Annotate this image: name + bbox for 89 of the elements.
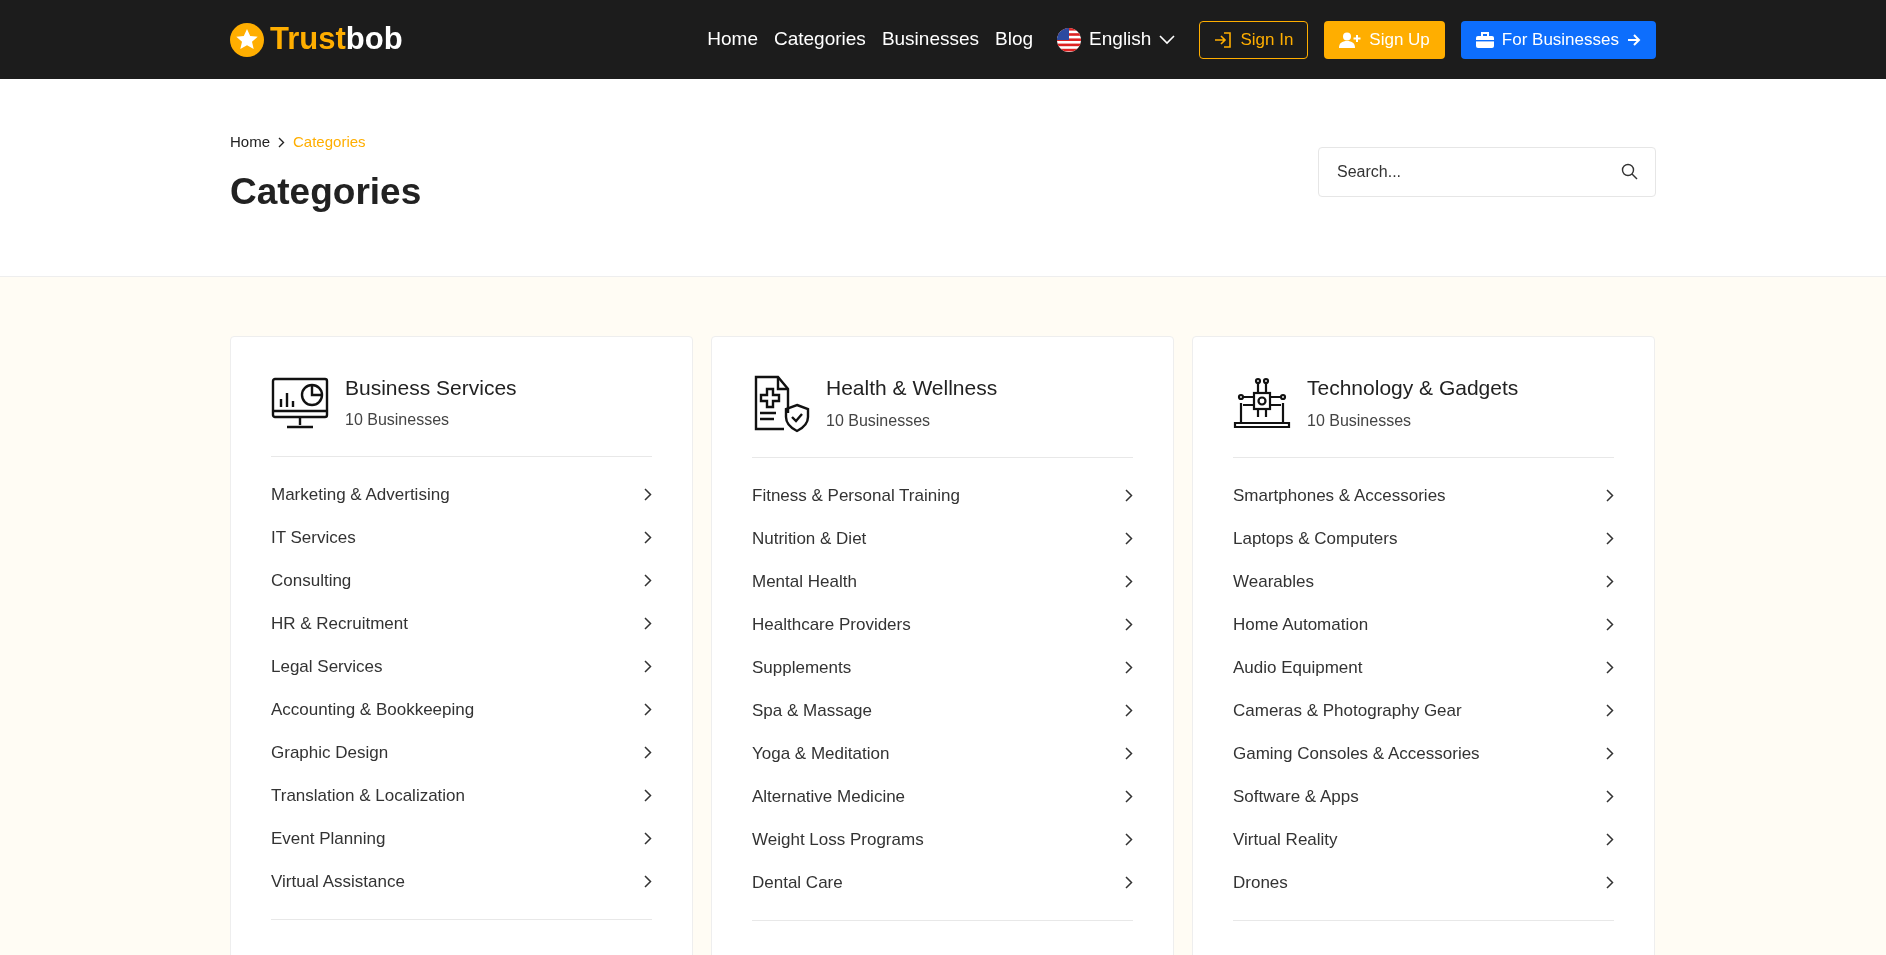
- nav-link[interactable]: Categories: [774, 25, 866, 54]
- category-link[interactable]: Alternative Medicine: [752, 775, 1133, 818]
- nav-link[interactable]: Home: [707, 25, 758, 54]
- category-title: Health & Wellness: [826, 375, 998, 401]
- chevron-right-icon: [644, 832, 652, 846]
- category-link[interactable]: Virtual Assistance: [271, 860, 652, 904]
- chevron-right-icon: [1125, 876, 1133, 889]
- medical-document-shield-icon: [752, 375, 810, 433]
- category-link[interactable]: Mental Health: [752, 560, 1133, 603]
- category-title: Technology & Gadgets: [1307, 375, 1519, 401]
- category-link[interactable]: Smartphones & Accessories: [1233, 474, 1614, 517]
- category-link[interactable]: Legal Services: [271, 645, 652, 689]
- category-link[interactable]: Spa & Massage: [752, 689, 1133, 732]
- chevron-right-icon: [1606, 661, 1614, 674]
- category-link[interactable]: Healthcare Providers: [752, 603, 1133, 646]
- user-plus-icon: [1339, 31, 1362, 48]
- chevron-right-icon: [1606, 833, 1614, 846]
- chevron-right-icon: [1125, 661, 1133, 674]
- chevron-right-icon: [1606, 876, 1614, 889]
- category-link[interactable]: HR & Recruitment: [271, 602, 652, 646]
- business-count: 10 Businesses: [345, 410, 451, 431]
- category-link[interactable]: Laptops & Computers: [1233, 517, 1614, 560]
- chevron-right-icon: [1606, 747, 1614, 760]
- search-icon: [1621, 163, 1638, 180]
- category-title: Business Services: [345, 375, 517, 401]
- chevron-right-icon: [1125, 833, 1133, 846]
- business-count: 10 Businesses: [826, 410, 932, 431]
- chevron-right-icon: [278, 136, 285, 148]
- category-link[interactable]: Software & Apps: [1233, 775, 1614, 818]
- chevron-right-icon: [644, 746, 652, 760]
- chevron-right-icon: [1125, 618, 1133, 631]
- category-link[interactable]: Supplements: [752, 646, 1133, 689]
- arrow-right-icon: [1627, 32, 1641, 47]
- chevron-right-icon: [644, 660, 652, 674]
- chevron-right-icon: [1125, 489, 1133, 502]
- category-link[interactable]: Nutrition & Diet: [752, 517, 1133, 560]
- chevron-right-icon: [1606, 790, 1614, 803]
- monitor-chart-icon: [271, 376, 329, 431]
- flag-icon: [1057, 27, 1082, 52]
- chevron-right-icon: [644, 531, 652, 545]
- chevron-right-icon: [1125, 532, 1133, 545]
- business-count: 10 Businesses: [1307, 410, 1413, 431]
- category-link[interactable]: Translation & Localization: [271, 774, 652, 818]
- category-link[interactable]: IT Services: [271, 516, 652, 560]
- category-link[interactable]: Weight Loss Programs: [752, 818, 1133, 861]
- briefcase-icon: [1475, 31, 1494, 48]
- chevron-right-icon: [644, 617, 652, 631]
- chevron-right-icon: [1606, 704, 1614, 717]
- sign-in-icon: [1214, 31, 1233, 48]
- category-link[interactable]: Virtual Reality: [1233, 818, 1614, 861]
- breadcrumb-link[interactable]: Home: [230, 131, 270, 154]
- category-link[interactable]: Gaming Consoles & Accessories: [1233, 732, 1614, 775]
- search-field[interactable]: Search...: [1318, 147, 1656, 197]
- logo[interactable]: Trustbob: [230, 16, 403, 63]
- category-link[interactable]: Graphic Design: [271, 731, 652, 775]
- chevron-right-icon: [644, 574, 652, 588]
- category-link[interactable]: Home Automation: [1233, 603, 1614, 646]
- category-link[interactable]: Wearables: [1233, 560, 1614, 603]
- chevron-right-icon: [1125, 790, 1133, 803]
- page-title: Categories: [230, 169, 422, 214]
- category-link[interactable]: Cameras & Photography Gear: [1233, 689, 1614, 732]
- chevron-right-icon: [1606, 489, 1614, 502]
- chevron-right-icon: [1606, 575, 1614, 588]
- nav-link[interactable]: Blog: [995, 25, 1034, 54]
- chevron-right-icon: [1606, 618, 1614, 631]
- chevron-right-icon: [644, 488, 652, 502]
- category-link[interactable]: Event Planning: [271, 817, 652, 861]
- chevron-right-icon: [644, 875, 652, 889]
- category-link[interactable]: Drones: [1233, 861, 1614, 904]
- nav-link[interactable]: Businesses: [881, 25, 980, 54]
- category-link[interactable]: Marketing & Advertising: [271, 473, 652, 517]
- button[interactable]: Sign In: [1199, 20, 1309, 59]
- category-link[interactable]: Consulting: [271, 559, 652, 603]
- star-logo-icon: [230, 22, 264, 57]
- chevron-right-icon: [1125, 704, 1133, 717]
- category-link[interactable]: Audio Equipment: [1233, 646, 1614, 689]
- chevron-right-icon: [1606, 532, 1614, 545]
- language-selector[interactable]: English: [1057, 25, 1176, 54]
- button[interactable]: For Businesses: [1460, 20, 1656, 59]
- chevron-right-icon: [644, 789, 652, 803]
- chevron-right-icon: [1125, 747, 1133, 760]
- category-link[interactable]: Accounting & Bookkeeping: [271, 688, 652, 732]
- chevron-right-icon: [1125, 575, 1133, 588]
- category-link[interactable]: Fitness & Personal Training: [752, 474, 1133, 517]
- category-link[interactable]: Yoga & Meditation: [752, 732, 1133, 775]
- chevron-down-icon: [1159, 34, 1176, 45]
- logo-text: Trustbob: [270, 20, 403, 59]
- category-link[interactable]: Dental Care: [752, 861, 1133, 904]
- chevron-right-icon: [644, 703, 652, 717]
